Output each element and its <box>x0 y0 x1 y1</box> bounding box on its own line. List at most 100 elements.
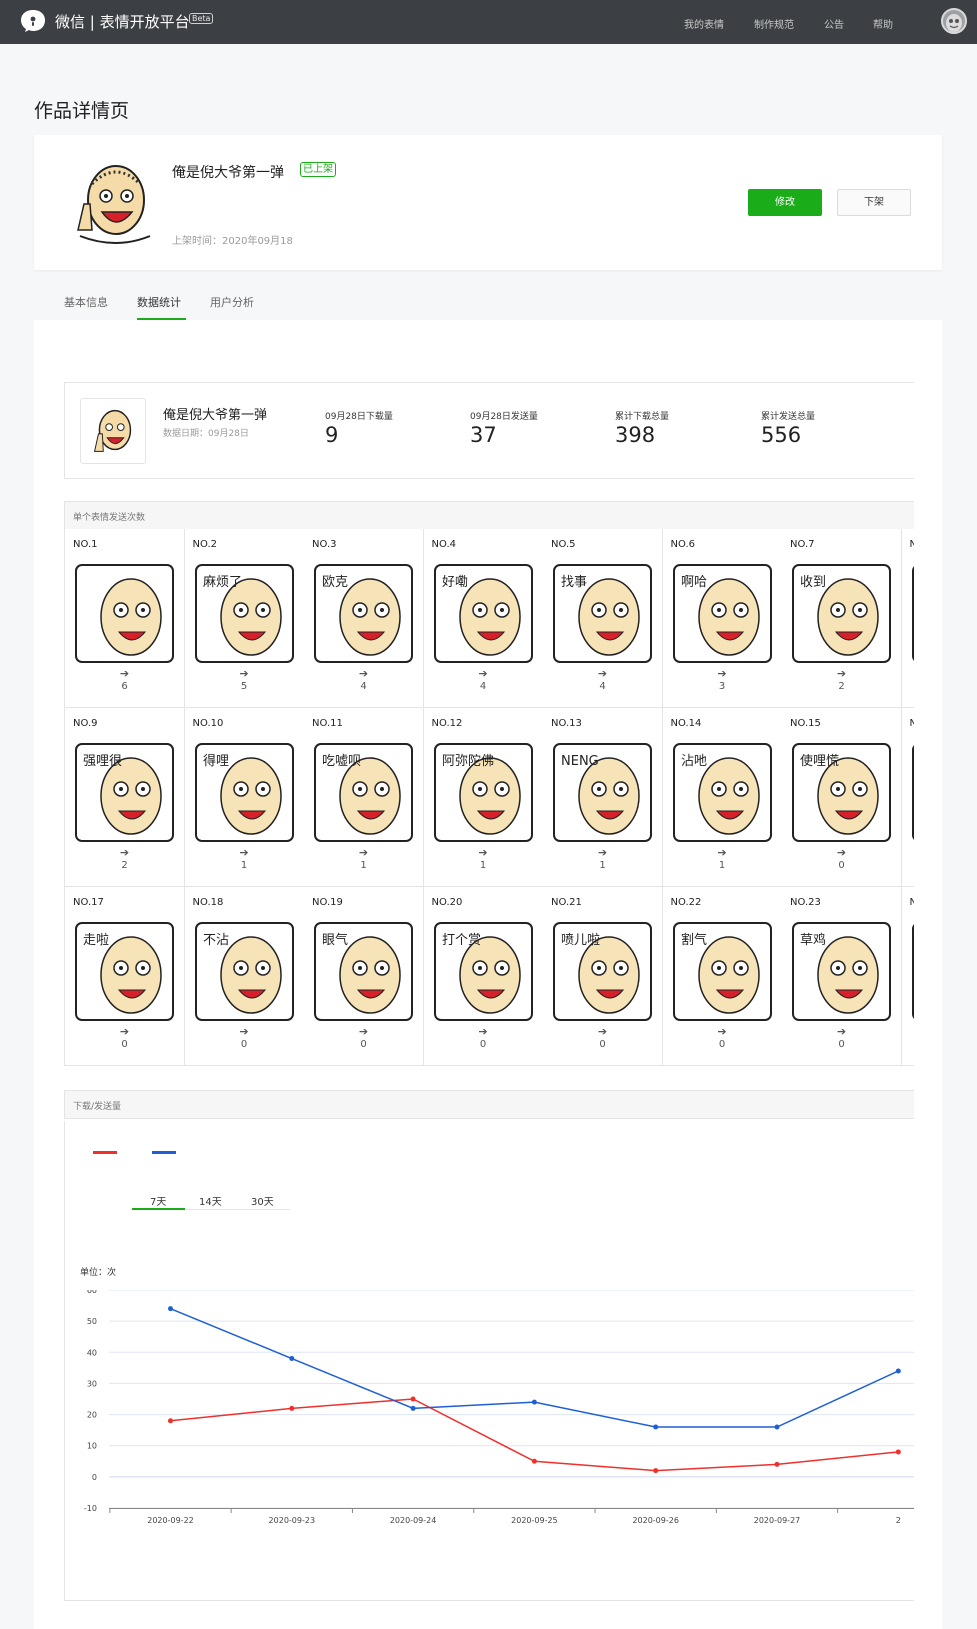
sticker-cell[interactable]: NO.15 使哩慌 ➔ 0 <box>782 708 902 887</box>
nav-my-stickers[interactable]: 我的表情 <box>684 16 724 31</box>
sticker-send-count: 0 <box>479 1039 487 1050</box>
sticker-image: 阿弥陀佛 <box>433 743 533 842</box>
sticker-cell[interactable]: N <box>901 887 914 1065</box>
sticker-cell[interactable]: N <box>901 529 915 708</box>
sticker-cell[interactable]: NO.7 收到 ➔ 2 <box>782 529 902 708</box>
sticker-cell[interactable]: NO.17 走啦 ➔ 0 <box>65 887 185 1065</box>
data-point <box>289 1356 295 1362</box>
nav-guidelines[interactable]: 制作规范 <box>754 16 794 31</box>
sticker-image: 草鸡 <box>792 922 891 1021</box>
sticker-image <box>911 565 914 662</box>
sticker-send-count: 2 <box>121 860 128 871</box>
send-arrow-icon: ➔ <box>478 1025 488 1038</box>
legend-red-series[interactable] <box>93 1151 117 1154</box>
sticker-cell[interactable]: NO.23 草鸡 ➔ 0 <box>782 887 902 1065</box>
send-arrow-icon: ➔ <box>239 846 249 859</box>
range-tab-14-days[interactable]: 14天 <box>199 1193 222 1208</box>
platform-title[interactable]: 微信 | 表情开放平台 <box>55 11 190 32</box>
sticker-cell[interactable]: NO.5 找事 ➔ 4 <box>543 529 663 708</box>
sticker-image: 欧克 <box>314 564 413 663</box>
sticker-send-count: 0 <box>599 1039 606 1050</box>
sticker-cell[interactable]: NO.19 眼气 ➔ 0 <box>304 887 424 1065</box>
sticker-number: NO.15 <box>790 718 821 729</box>
sticker-cell[interactable]: NO.2 麻烦了 ➔ 5 <box>184 529 305 708</box>
tab-statistics[interactable]: 数据统计 <box>137 294 181 310</box>
sticker-number: N <box>910 539 915 550</box>
sticker-cell[interactable]: NO.22 割气 ➔ 0 <box>662 887 783 1065</box>
sticker-caption: 收到 <box>800 575 826 590</box>
sticker-cell[interactable]: NO.13 NENG ➔ 1 <box>543 708 663 887</box>
sticker-caption: 吃嘘呗 <box>322 753 361 769</box>
send-arrow-icon: ➔ <box>836 846 847 859</box>
sticker-cell[interactable]: NO.12 阿弥陀佛 ➔ 1 <box>423 708 544 887</box>
sticker-cell[interactable]: NO.20 打个赏 ➔ 0 <box>423 887 544 1065</box>
y-tick-label: 0 <box>92 1473 97 1482</box>
stat-total-sends-label: 累计发送总量 <box>761 412 816 422</box>
sticker-cell[interactable]: NO.9 强哩很 ➔ 2 <box>65 708 185 887</box>
sticker-image: 眼气 <box>314 922 413 1021</box>
sticker-cell[interactable]: NO.3 欧克 ➔ 4 <box>304 529 424 708</box>
send-arrow-icon: ➔ <box>119 1025 130 1038</box>
sticker-cell[interactable]: N <box>901 708 914 887</box>
offline-button[interactable]: 下架 <box>837 189 911 216</box>
sticker-image <box>911 923 914 1020</box>
range-tab-30-days[interactable]: 30天 <box>251 1193 274 1208</box>
x-tick-label: 2020-09-22 <box>147 1516 194 1525</box>
send-arrow-icon: ➔ <box>597 846 608 859</box>
sticker-image: 不沾 <box>194 922 294 1021</box>
wechat-logo-icon[interactable] <box>20 9 46 33</box>
sticker-send-count: 0 <box>718 1039 726 1050</box>
sticker-image: 沾吔 <box>672 743 772 842</box>
send-arrow-icon: ➔ <box>239 667 249 680</box>
sticker-image: 得哩 <box>194 743 294 842</box>
sticker-image: 麻烦了 <box>194 564 294 663</box>
sticker-cover-image <box>77 165 151 244</box>
sticker-cell[interactable]: NO.1 ➔ 6 <box>65 529 185 708</box>
sticker-number: NO.11 <box>312 718 343 729</box>
sticker-send-count: 1 <box>240 860 248 871</box>
tab-basic-info[interactable]: 基本信息 <box>64 294 108 310</box>
sticker-cell[interactable]: NO.6 啊哈 ➔ 3 <box>662 529 783 708</box>
summary-data-date: 数据日期：09月28日 <box>163 429 249 439</box>
sticker-cell[interactable]: NO.14 沾吔 ➔ 1 <box>662 708 783 887</box>
sticker-image: NENG <box>553 743 652 842</box>
nav-announcements[interactable]: 公告 <box>824 16 844 31</box>
sticker-caption: 使哩慌 <box>800 753 839 769</box>
y-tick-label: 10 <box>87 1442 97 1451</box>
sticker-caption: 找事 <box>561 575 587 590</box>
sticker-number: NO.9 <box>73 718 98 729</box>
legend-blue-series[interactable] <box>152 1151 176 1154</box>
sticker-caption: 得哩 <box>203 753 229 769</box>
x-tick-label: 2020-09-23 <box>269 1516 316 1525</box>
sticker-caption: 打个赏 <box>442 933 481 948</box>
sticker-send-count: 1 <box>479 860 487 871</box>
sticker-cell[interactable]: NO.18 不沾 ➔ 0 <box>184 887 305 1065</box>
sticker-cell[interactable]: NO.11 吃嘘呗 ➔ 1 <box>304 708 424 887</box>
avatar-icon <box>946 14 962 32</box>
send-arrow-icon: ➔ <box>478 667 488 680</box>
data-point <box>410 1396 416 1402</box>
sticker-caption: 不沾 <box>203 933 229 948</box>
sticker-send-count: 6 <box>121 681 128 692</box>
sticker-cell[interactable]: NO.10 得哩 ➔ 1 <box>184 708 305 887</box>
nav-help[interactable]: 帮助 <box>873 16 893 31</box>
sticker-number: NO.2 <box>192 539 218 550</box>
edit-button[interactable]: 修改 <box>748 189 822 216</box>
x-tick-label: 2020-09-24 <box>390 1516 437 1525</box>
sticker-cell[interactable]: NO.4 好嘞 ➔ 4 <box>423 529 544 708</box>
summary-thumbnail <box>80 398 146 464</box>
user-avatar[interactable] <box>941 8 967 34</box>
sticker-caption: 眼气 <box>322 932 348 948</box>
data-point <box>531 1399 537 1405</box>
send-arrow-icon: ➔ <box>836 1025 847 1038</box>
sticker-cell[interactable]: NO.21 喷儿啦 ➔ 0 <box>543 887 663 1065</box>
range-tab-7-days[interactable]: 7天 <box>150 1193 166 1208</box>
data-point <box>774 1461 780 1467</box>
tab-user-analysis[interactable]: 用户分析 <box>210 294 254 310</box>
send-arrow-icon: ➔ <box>358 667 369 680</box>
sticker-send-count: 0 <box>240 1039 248 1050</box>
sticker-caption: 欧克 <box>322 575 348 590</box>
sticker-number: NO.6 <box>670 539 696 550</box>
send-arrow-icon: ➔ <box>717 846 727 859</box>
x-tick-label: 2020-09-26 <box>632 1516 679 1525</box>
